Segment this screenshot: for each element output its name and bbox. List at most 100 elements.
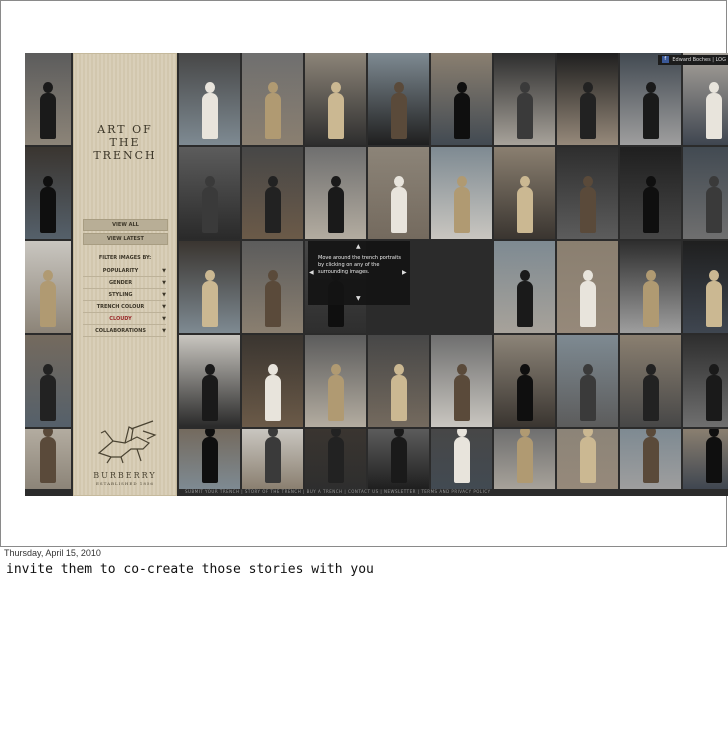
person-figure (516, 364, 533, 421)
person-figure (579, 429, 596, 483)
person-figure (516, 176, 533, 233)
trench-photo-thumbnail[interactable] (242, 147, 303, 239)
person-figure (705, 82, 722, 139)
trench-photo-thumbnail[interactable] (242, 53, 303, 145)
trench-photo-thumbnail[interactable] (242, 241, 303, 333)
trench-photo-thumbnail[interactable] (368, 429, 429, 489)
person-figure (579, 270, 596, 327)
person-figure (327, 176, 344, 233)
trench-photo-thumbnail[interactable] (431, 429, 492, 489)
trench-photo-thumbnail[interactable] (683, 429, 728, 489)
trench-photo-thumbnail[interactable] (25, 53, 71, 145)
trench-photo-thumbnail[interactable] (494, 147, 555, 239)
filter-option[interactable]: POPULARITY ▼ (83, 267, 166, 277)
trench-photo-thumbnail[interactable] (620, 53, 681, 145)
trench-photo-thumbnail[interactable] (242, 335, 303, 427)
filter-option-label: TRENCH COLOUR (96, 304, 145, 310)
trench-photo-thumbnail[interactable] (431, 335, 492, 427)
person-figure (642, 270, 659, 327)
person-figure (579, 364, 596, 421)
trench-photo-thumbnail[interactable] (557, 53, 618, 145)
person-figure (264, 429, 281, 483)
person-figure (40, 429, 56, 483)
trench-photo-thumbnail[interactable] (25, 147, 71, 239)
brand-name: BURBERRY (93, 471, 157, 480)
trench-photo-thumbnail[interactable] (25, 241, 71, 333)
trench-photo-thumbnail[interactable] (620, 147, 681, 239)
trench-photo-thumbnail[interactable] (305, 335, 366, 427)
trench-photo-thumbnail[interactable] (305, 429, 366, 489)
person-figure (642, 364, 659, 421)
trench-photo-thumbnail[interactable] (25, 429, 71, 489)
person-figure (453, 429, 470, 483)
nav-left-arrow-icon[interactable]: ◀ (309, 269, 314, 276)
chevron-down-icon: ▼ (162, 316, 166, 322)
trench-photo-thumbnail[interactable] (557, 241, 618, 333)
nav-up-arrow-icon[interactable]: ▲ (356, 243, 361, 250)
trench-photo-thumbnail[interactable] (179, 147, 240, 239)
site-title-line-2: THE (109, 136, 141, 149)
user-bar[interactable]: f Edward Boches | LOG (657, 55, 728, 65)
person-figure (201, 364, 218, 421)
trench-photo-thumbnail[interactable] (179, 429, 240, 489)
trench-photo-thumbnail[interactable] (683, 335, 728, 427)
filter-option[interactable]: CLOUDY ▼ (83, 315, 166, 325)
trench-photo-thumbnail[interactable] (179, 241, 240, 333)
trench-photo-thumbnail[interactable] (431, 147, 492, 239)
trench-photo-thumbnail[interactable] (368, 335, 429, 427)
person-figure (453, 82, 470, 139)
trench-photo-thumbnail[interactable] (620, 429, 681, 489)
trench-photo-thumbnail[interactable] (557, 429, 618, 489)
slide-note: invite them to co-create those stories w… (6, 562, 374, 577)
trench-photo-thumbnail[interactable] (431, 53, 492, 145)
trench-photo-thumbnail[interactable] (368, 53, 429, 145)
trench-photo-thumbnail[interactable] (179, 335, 240, 427)
filter-option-label: STYLING (108, 292, 133, 298)
person-figure (40, 176, 56, 233)
person-figure (516, 429, 533, 483)
person-figure (390, 364, 407, 421)
person-figure (264, 82, 281, 139)
trench-photo-thumbnail[interactable] (494, 53, 555, 145)
trench-photo-thumbnail[interactable] (179, 53, 240, 145)
view-all-button[interactable]: VIEW ALL (83, 219, 168, 231)
filter-option[interactable]: STYLING ▼ (83, 291, 166, 301)
trench-photo-thumbnail[interactable] (683, 147, 728, 239)
trench-photo-thumbnail[interactable] (305, 53, 366, 145)
website-screenshot: ART OF THE TRENCH VIEW ALL VIEW LATEST F… (25, 53, 728, 496)
chevron-down-icon: ▼ (162, 328, 166, 334)
person-figure (390, 429, 407, 483)
trench-photo-thumbnail[interactable] (557, 335, 618, 427)
person-figure (390, 176, 407, 233)
person-figure (705, 176, 722, 233)
trench-photo-thumbnail[interactable] (25, 335, 71, 427)
view-latest-button[interactable]: VIEW LATEST (83, 233, 168, 245)
person-figure (201, 429, 218, 483)
trench-photo-thumbnail[interactable] (368, 147, 429, 239)
trench-photo-thumbnail[interactable] (683, 53, 728, 145)
trench-photo-thumbnail[interactable] (494, 429, 555, 489)
logout-link[interactable]: LOG (716, 57, 726, 63)
trench-photo-thumbnail[interactable] (620, 335, 681, 427)
trench-photo-thumbnail[interactable] (683, 241, 728, 333)
trench-photo-thumbnail[interactable] (620, 241, 681, 333)
person-figure (705, 429, 722, 483)
person-figure (705, 364, 722, 421)
person-figure (579, 82, 596, 139)
trench-photo-thumbnail[interactable] (494, 241, 555, 333)
brand-established: ESTABLISHED 1856 (96, 481, 154, 486)
nav-down-arrow-icon[interactable]: ▼ (356, 295, 361, 302)
chevron-down-icon: ▼ (162, 292, 166, 298)
footer-links[interactable]: SUBMIT YOUR TRENCH | STORY OF THE TRENCH… (185, 489, 725, 494)
facebook-icon: f (661, 56, 669, 63)
person-figure (453, 364, 470, 421)
trench-photo-thumbnail[interactable] (557, 147, 618, 239)
trench-photo-thumbnail[interactable] (305, 147, 366, 239)
filter-option[interactable]: GENDER ▼ (83, 279, 166, 289)
trench-photo-thumbnail[interactable] (242, 429, 303, 489)
filter-option-label: COLLABORATIONS (95, 328, 146, 334)
filter-option[interactable]: COLLABORATIONS ▼ (83, 327, 166, 337)
filter-option[interactable]: TRENCH COLOUR ▼ (83, 303, 166, 313)
filter-label: FILTER IMAGES BY: (98, 255, 152, 261)
trench-photo-thumbnail[interactable] (494, 335, 555, 427)
